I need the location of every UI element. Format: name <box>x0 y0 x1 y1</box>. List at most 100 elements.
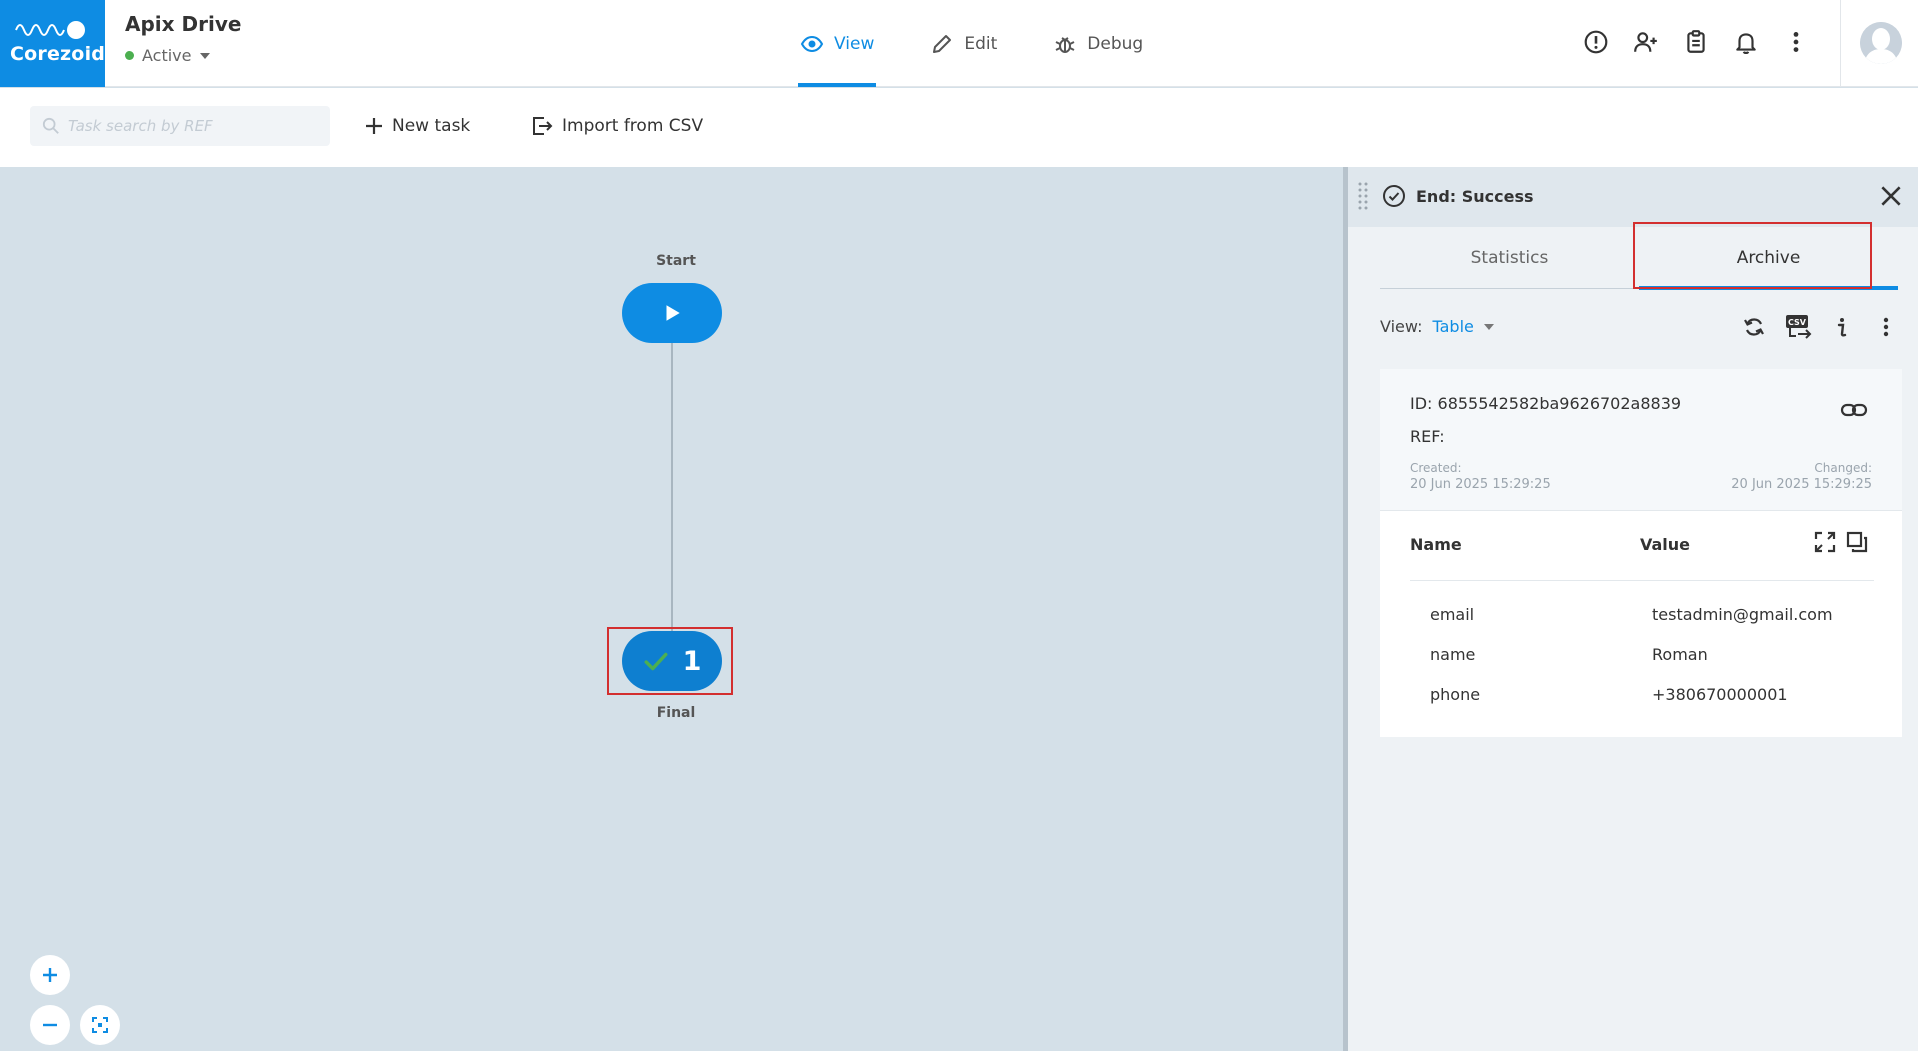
pencil-icon <box>933 34 952 53</box>
view-label: View: <box>1380 317 1423 336</box>
alert-circle-icon <box>1584 30 1608 54</box>
view-value: Table <box>1432 317 1474 336</box>
bug-icon <box>1055 36 1075 53</box>
tab-view-label: View <box>834 33 875 54</box>
link-icon[interactable] <box>1840 397 1868 423</box>
add-user-icon <box>1634 32 1657 52</box>
created-label: Created: <box>1410 461 1462 475</box>
check-icon <box>644 652 668 671</box>
more-menu-button[interactable] <box>1782 22 1810 62</box>
info-icon <box>1837 318 1847 337</box>
waves-logo-icon <box>15 21 85 39</box>
row-name: phone <box>1430 685 1481 704</box>
connector-line <box>671 342 673 632</box>
fit-to-screen-button[interactable] <box>80 1005 120 1045</box>
tab-edit[interactable]: Edit <box>928 0 999 87</box>
column-header-name: Name <box>1410 535 1462 554</box>
copy-icon[interactable] <box>1846 531 1868 553</box>
drag-handle-icon[interactable] <box>1358 181 1368 211</box>
tab-debug[interactable]: Debug <box>1051 0 1145 87</box>
final-node-count: 1 <box>682 645 702 677</box>
fit-screen-icon <box>92 1017 108 1033</box>
chevron-down-icon <box>1483 323 1494 330</box>
table-row: email testadmin@gmail.com <box>1430 597 1870 637</box>
task-toolbar: New task Import from CSV <box>0 88 1918 167</box>
task-id: ID: 6855542582ba9626702a8839 <box>1410 394 1682 413</box>
refresh-button[interactable] <box>1740 311 1768 343</box>
final-node-label: Final <box>656 705 696 721</box>
card-tools <box>1814 531 1868 553</box>
panel-title-text: End: Success <box>1416 186 1534 206</box>
check-circle-icon <box>1383 185 1405 207</box>
new-task-button[interactable]: New task <box>364 110 470 142</box>
plus-icon <box>43 968 57 982</box>
node-details-panel: End: Success Statistics Archive View: Ta… <box>1343 167 1918 1051</box>
csv-export-icon: CSV <box>1786 315 1812 339</box>
notifications-button[interactable] <box>1732 22 1760 62</box>
import-csv-button[interactable]: Import from CSV <box>530 110 703 142</box>
table-row: phone +380670000001 <box>1430 677 1870 717</box>
start-node[interactable] <box>622 283 722 343</box>
logo-text: Corezoid <box>10 43 106 65</box>
header-actions <box>1582 22 1810 62</box>
tab-statistics[interactable]: Statistics <box>1380 227 1639 289</box>
panel-more-button[interactable] <box>1872 311 1900 343</box>
start-node-label: Start <box>656 253 696 269</box>
more-vertical-icon <box>1793 32 1799 52</box>
close-icon[interactable] <box>1878 183 1904 209</box>
row-value[interactable]: +380670000001 <box>1652 685 1788 704</box>
created-value: 20 Jun 2025 15:29:25 <box>1410 477 1551 492</box>
column-header-value: Value <box>1640 535 1691 554</box>
import-csv-label: Import from CSV <box>562 116 704 136</box>
new-task-label: New task <box>392 116 471 136</box>
archive-actions: CSV <box>1740 311 1900 343</box>
minus-icon <box>43 1023 57 1027</box>
mode-tabs: View Edit Debug <box>798 0 1197 87</box>
share-user-button[interactable] <box>1632 22 1660 62</box>
play-icon <box>666 305 680 321</box>
row-value[interactable]: Roman <box>1652 645 1708 664</box>
zoom-in-button[interactable] <box>30 955 70 995</box>
task-card-header: ID: 6855542582ba9626702a8839 REF: Create… <box>1380 369 1902 511</box>
row-name: name <box>1430 645 1476 664</box>
alert-button[interactable] <box>1582 22 1610 62</box>
bell-icon <box>1736 33 1756 55</box>
task-search <box>30 106 330 146</box>
view-selector: View: Table <box>1380 317 1494 336</box>
search-icon <box>42 117 59 134</box>
refresh-icon <box>1744 318 1764 336</box>
tab-view[interactable]: View <box>798 0 877 87</box>
header-divider <box>1840 0 1841 87</box>
changed-label: Changed: <box>1814 461 1872 475</box>
more-vertical-icon <box>1883 317 1889 337</box>
row-name: email <box>1430 605 1475 624</box>
tab-edit-label: Edit <box>964 33 998 54</box>
clipboard-button[interactable] <box>1682 22 1710 62</box>
info-button[interactable] <box>1828 311 1856 343</box>
top-header: Corezoid Apix Drive Active View Edit Deb… <box>0 0 1918 87</box>
task-search-input[interactable] <box>68 117 318 135</box>
changed-value: 20 Jun 2025 15:29:25 <box>1731 477 1872 492</box>
eye-icon <box>800 35 824 52</box>
final-node[interactable]: 1 <box>622 631 722 691</box>
process-canvas[interactable]: Start 1 Final <box>0 167 1343 1051</box>
process-status-dropdown[interactable]: Active <box>125 46 210 65</box>
import-icon <box>533 117 553 135</box>
table-divider <box>1410 580 1874 581</box>
expand-icon[interactable] <box>1814 531 1836 553</box>
process-title: Apix Drive <box>125 12 242 36</box>
clipboard-icon <box>1687 30 1705 53</box>
zoom-out-button[interactable] <box>30 1005 70 1045</box>
task-card: ID: 6855542582ba9626702a8839 REF: Create… <box>1380 369 1902 737</box>
corezoid-logo[interactable]: Corezoid <box>0 0 105 87</box>
view-dropdown[interactable]: Table <box>1432 317 1494 336</box>
status-label: Active <box>142 46 192 65</box>
panel-title: End: Success <box>1382 184 1534 208</box>
chevron-down-icon <box>199 52 210 59</box>
export-csv-button[interactable]: CSV <box>1784 311 1812 343</box>
user-avatar-icon <box>1860 22 1902 64</box>
avatar[interactable] <box>1860 22 1902 64</box>
row-value[interactable]: testadmin@gmail.com <box>1652 605 1833 624</box>
tab-debug-label: Debug <box>1087 33 1144 54</box>
plus-icon <box>366 118 382 134</box>
